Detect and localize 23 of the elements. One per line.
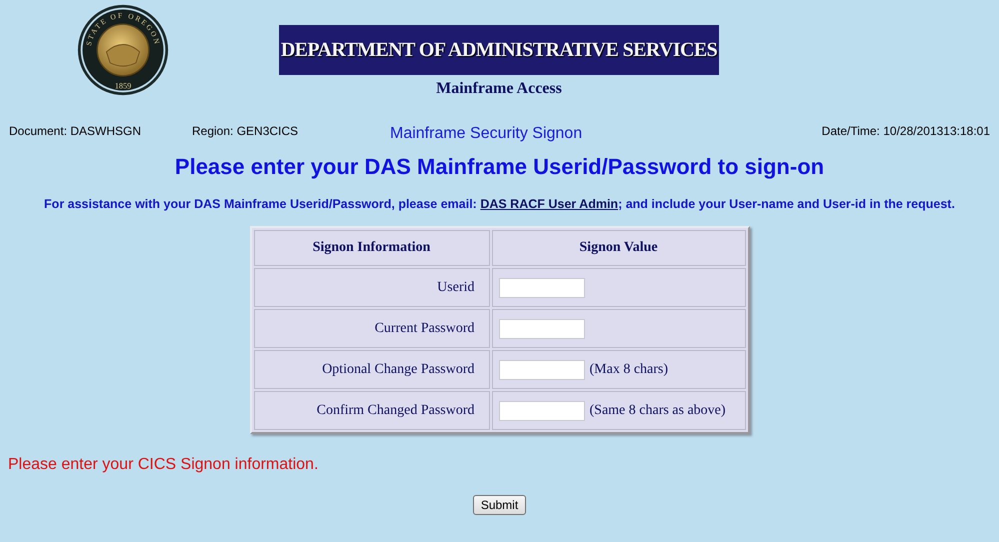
page-heading: Please enter your DAS Mainframe Userid/Password to sign-on [174,154,826,180]
department-banner: DEPARTMENT OF ADMINISTRATIVE SERVICES [279,25,719,75]
input-field[interactable] [498,278,584,298]
field-note: (Max 8 chars) [590,362,668,376]
input-field[interactable] [498,360,584,380]
column-header: Signon Information [254,230,490,266]
column-header: Signon Value [492,230,746,266]
region-label: Region: GEN3CICS [192,124,298,138]
submit-button[interactable]: Submit [472,495,526,515]
field-label: Optional Change Password [254,350,490,389]
page-subtitle: Mainframe Access [436,80,562,98]
input-field[interactable] [498,318,584,338]
datetime-label: Date/Time: 10/28/201313:18:01 [822,124,990,138]
input-field[interactable] [498,400,584,420]
field-label: Confirm Changed Password [254,391,490,430]
field-label: Current Password [254,309,490,348]
assistance-text: For assistance with your DAS Mainframe Userid/Password, please email: DAS RACF User Admin; and include your User-name and User-id in the request. [43,197,956,211]
email-link[interactable]: DAS RACF User Admin [480,197,618,211]
signon-title: Mainframe Security Signon [390,125,582,143]
status-message: Please enter your CICS Signon information. [8,456,320,474]
document-label: Document: DASWHSGN [9,124,142,138]
field-note: (Same 8 chars as above) [590,402,726,418]
field-label: Userid [254,268,490,307]
